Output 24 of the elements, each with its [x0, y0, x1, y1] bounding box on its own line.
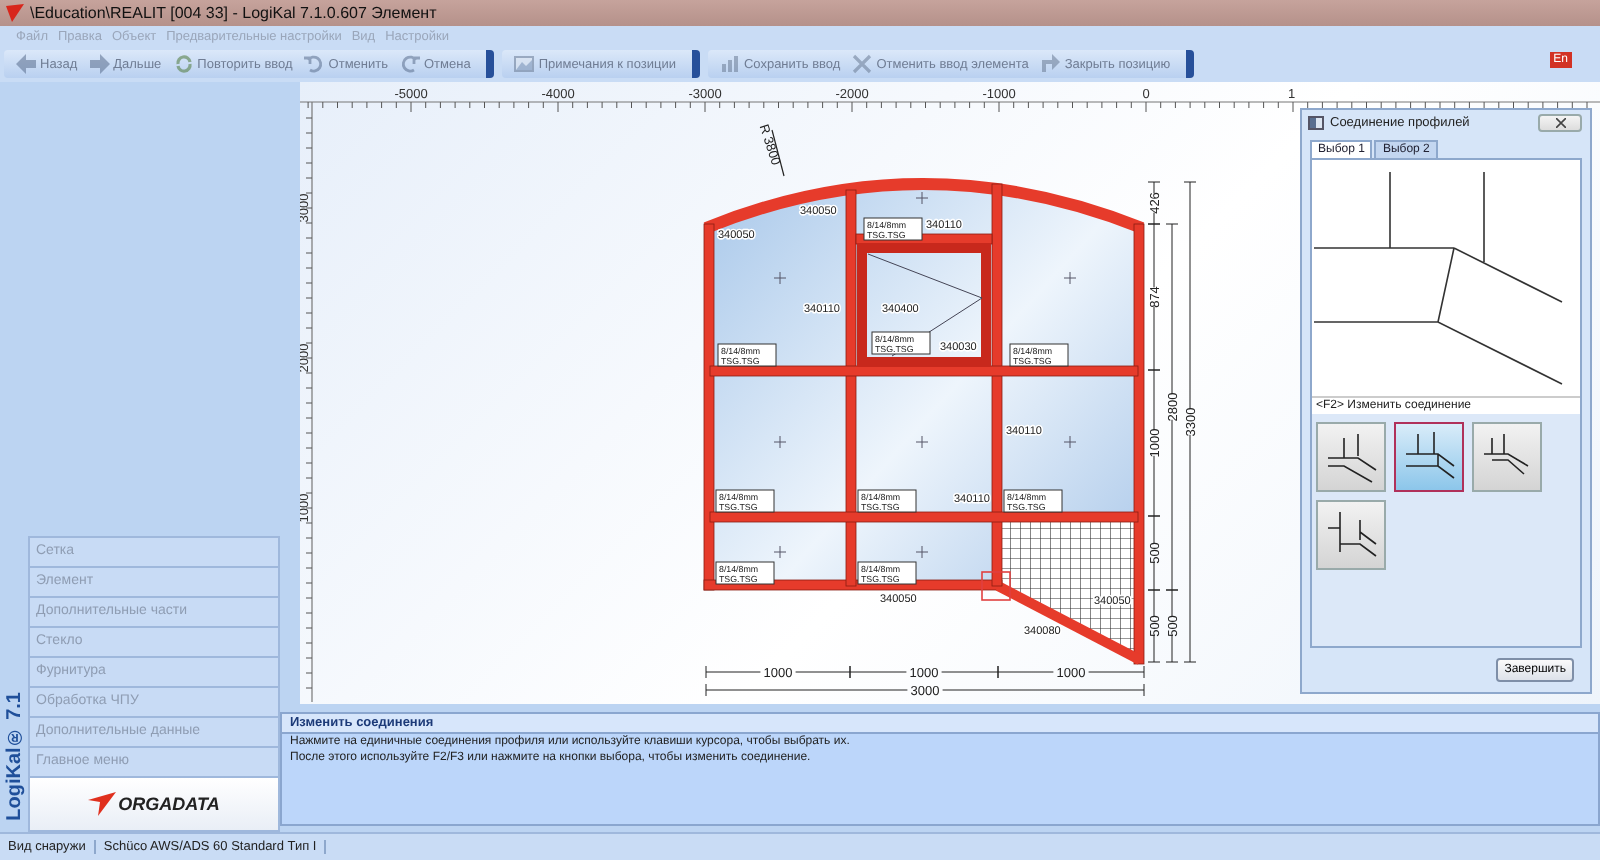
logo-text: ORGADATA	[118, 794, 220, 814]
joint-option-button[interactable]	[1394, 422, 1464, 492]
window-icon	[1308, 116, 1324, 130]
close-icon	[1555, 118, 1565, 128]
refresh-icon	[173, 54, 194, 74]
bar-chart-icon	[719, 54, 740, 74]
arrow-out-icon	[1040, 54, 1061, 74]
right-arrow-icon	[89, 54, 110, 74]
joint-side-icon	[1323, 507, 1379, 563]
redo-icon	[400, 54, 420, 74]
joint-butt-icon	[1401, 429, 1457, 485]
close-button[interactable]	[1538, 114, 1582, 132]
cross-icon	[852, 54, 873, 74]
product-label: LogiKal® 7.1	[3, 691, 25, 820]
picture-icon	[514, 54, 535, 74]
joint-option-button[interactable]	[1316, 422, 1386, 492]
joint-miter-icon	[1323, 429, 1379, 485]
logo-mark-icon	[88, 792, 117, 816]
joint-option-button[interactable]	[1316, 500, 1386, 570]
app-icon	[6, 4, 24, 22]
joint-option-button[interactable]	[1472, 422, 1542, 492]
window-title: \Education\REALIT [004 33] - LogiKal 7.1.0.607 Элемент	[30, 4, 437, 22]
undo-icon	[304, 54, 325, 74]
left-arrow-icon	[16, 54, 36, 74]
